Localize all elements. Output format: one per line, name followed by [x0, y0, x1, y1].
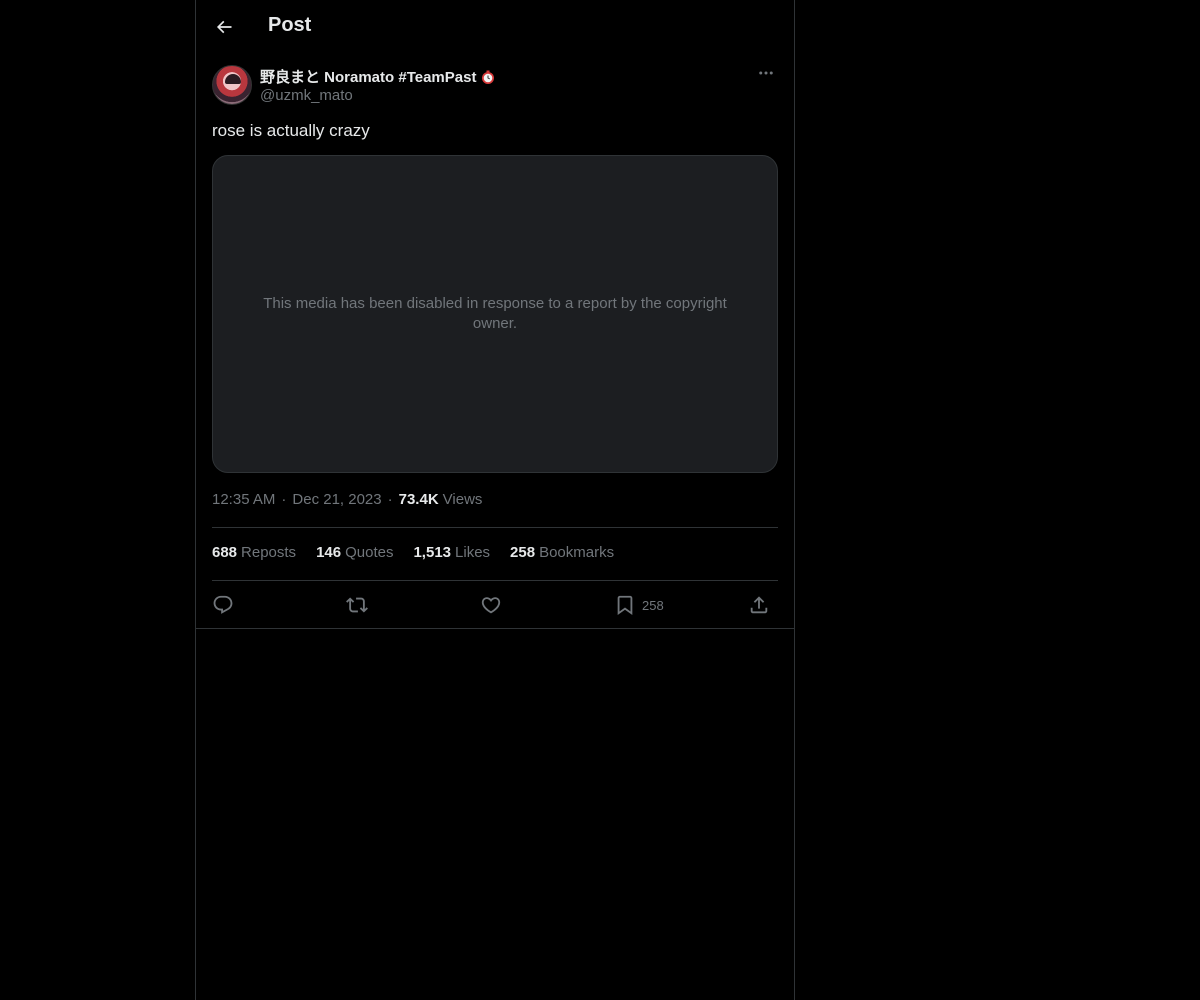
bookmarks-label: Bookmarks: [539, 544, 615, 561]
repost-icon: [346, 597, 368, 613]
more-button[interactable]: [754, 63, 778, 83]
media-disabled-box: This media has been disabled in response…: [212, 155, 778, 473]
bookmark-icon: [617, 595, 633, 616]
share-icon: [750, 596, 768, 614]
divider: [212, 527, 778, 528]
likes-label: Likes: [455, 544, 491, 561]
post-date[interactable]: Dec 21, 2023: [292, 491, 381, 508]
meta-separator: ·: [281, 491, 287, 508]
reposts-stat[interactable]: 688 Reposts: [212, 544, 296, 561]
views-label: Views: [442, 491, 483, 508]
bookmarks-stat[interactable]: 258 Bookmarks: [510, 544, 614, 561]
divider: [212, 580, 778, 581]
post-bottom-border: [196, 628, 794, 629]
quotes-label: Quotes: [345, 544, 394, 561]
bookmark-action-count: 258: [642, 597, 664, 613]
engagement-stats: 688 Reposts 146 Quotes 1,513 Likes 258 Bookm…: [212, 544, 614, 561]
media-disabled-message: This media has been disabled in response…: [263, 295, 727, 332]
share-button[interactable]: [748, 590, 770, 620]
author-name-link[interactable]: 野良まと Noramato #TeamPast: [260, 66, 496, 87]
post-meta: 12:35 AM · Dec 21, 2023 · 73.4K Views: [212, 491, 482, 508]
bookmarks-count: 258: [510, 544, 536, 561]
post-column: Post 野良まと Noramato #TeamPast @uzmk_mato …: [195, 0, 795, 1000]
back-button[interactable]: [208, 11, 240, 43]
quotes-stat[interactable]: 146 Quotes: [316, 544, 393, 561]
author-row: 野良まと Noramato #TeamPast @uzmk_mato: [212, 65, 778, 107]
reply-icon: [213, 595, 233, 614]
quotes-count: 146: [316, 544, 342, 561]
repost-button[interactable]: [346, 590, 368, 620]
views-count: 73.4K: [398, 491, 439, 508]
like-button[interactable]: [480, 590, 502, 620]
post-time[interactable]: 12:35 AM: [212, 491, 275, 508]
bookmark-button[interactable]: 258: [614, 590, 664, 620]
reposts-label: Reposts: [241, 544, 297, 561]
likes-stat[interactable]: 1,513 Likes: [413, 544, 490, 561]
reposts-count: 688: [212, 544, 238, 561]
post-text: rose is actually crazy: [212, 121, 370, 140]
author-handle[interactable]: @uzmk_mato: [260, 87, 353, 104]
page-title: Post: [268, 14, 312, 36]
reply-button[interactable]: [212, 590, 234, 620]
clock-emoji-icon: [482, 70, 495, 84]
avatar[interactable]: [212, 65, 252, 105]
action-bar: 258: [212, 590, 778, 620]
meta-separator: ·: [387, 491, 393, 508]
header: Post: [196, 0, 794, 53]
back-arrow-icon: [216, 20, 232, 34]
more-icon: [759, 71, 773, 75]
likes-count: 1,513: [413, 544, 452, 561]
like-icon: [481, 597, 501, 614]
display-name: 野良まと Noramato #TeamPast: [260, 69, 477, 86]
